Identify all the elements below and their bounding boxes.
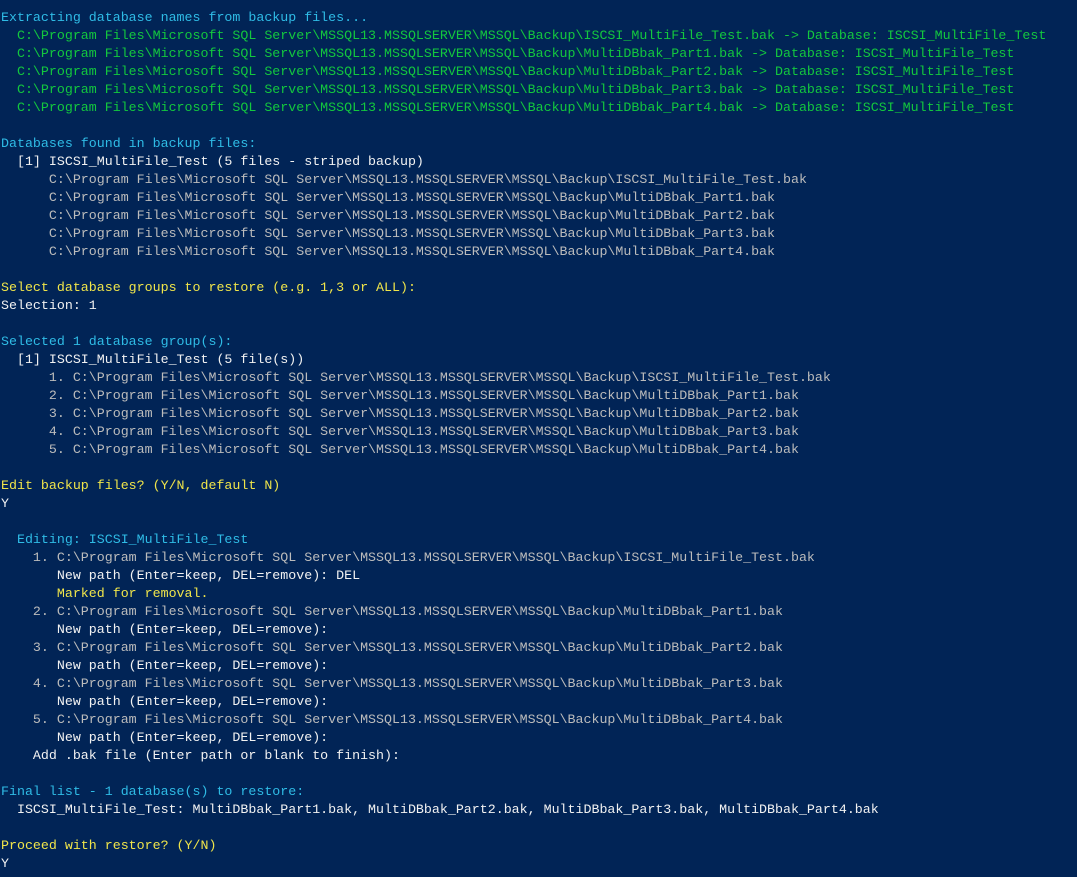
console-line: Add .bak file (Enter path or blank to fi… — [1, 748, 400, 763]
console-line: C:\Program Files\Microsoft SQL Server\MS… — [1, 64, 1015, 79]
console-line: 4. C:\Program Files\Microsoft SQL Server… — [1, 424, 799, 439]
console-line: Y — [1, 496, 9, 511]
console-line: Databases found in backup files: — [1, 136, 257, 151]
console-line: New path (Enter=keep, DEL=remove): — [1, 658, 329, 673]
console-line: 5. C:\Program Files\Microsoft SQL Server… — [1, 712, 783, 727]
console-line: 3. C:\Program Files\Microsoft SQL Server… — [1, 406, 799, 421]
console-line: 4. C:\Program Files\Microsoft SQL Server… — [1, 676, 783, 691]
console-line: C:\Program Files\Microsoft SQL Server\MS… — [1, 172, 807, 187]
console-line: 2. C:\Program Files\Microsoft SQL Server… — [1, 604, 783, 619]
console-line: Selection: 1 — [1, 298, 97, 313]
console-line: Extracting database names from backup fi… — [1, 10, 369, 25]
console-line: Select database groups to restore (e.g. … — [1, 280, 416, 295]
console-line: Y — [1, 856, 9, 871]
console-line: 1. C:\Program Files\Microsoft SQL Server… — [1, 370, 831, 385]
console-line: Proceed with restore? (Y/N) — [1, 838, 217, 853]
console-line: New path (Enter=keep, DEL=remove): — [1, 730, 329, 745]
console-line: ISCSI_MultiFile_Test: MultiDBbak_Part1.b… — [1, 802, 879, 817]
console-line: New path (Enter=keep, DEL=remove): DEL — [1, 568, 361, 583]
console-line: [1] ISCSI_MultiFile_Test (5 files - stri… — [1, 154, 424, 169]
console-line: 5. C:\Program Files\Microsoft SQL Server… — [1, 442, 799, 457]
console-line: C:\Program Files\Microsoft SQL Server\MS… — [1, 28, 1047, 43]
console-window[interactable]: Extracting database names from backup fi… — [0, 0, 1077, 877]
console-line: C:\Program Files\Microsoft SQL Server\MS… — [1, 226, 776, 241]
console-line: New path (Enter=keep, DEL=remove): — [1, 694, 329, 709]
console-line: [1] ISCSI_MultiFile_Test (5 file(s)) — [1, 352, 305, 367]
console-line: C:\Program Files\Microsoft SQL Server\MS… — [1, 190, 776, 205]
console-line: C:\Program Files\Microsoft SQL Server\MS… — [1, 82, 1015, 97]
console-line: C:\Program Files\Microsoft SQL Server\MS… — [1, 208, 776, 223]
console-line: C:\Program Files\Microsoft SQL Server\MS… — [1, 100, 1015, 115]
console-line: 2. C:\Program Files\Microsoft SQL Server… — [1, 388, 799, 403]
console-line: Marked for removal. — [1, 586, 209, 601]
console-line: Final list - 1 database(s) to restore: — [1, 784, 305, 799]
console-line: New path (Enter=keep, DEL=remove): — [1, 622, 329, 637]
console-line: C:\Program Files\Microsoft SQL Server\MS… — [1, 244, 776, 259]
console-line: Selected 1 database group(s): — [1, 334, 233, 349]
console-line: 3. C:\Program Files\Microsoft SQL Server… — [1, 640, 783, 655]
console-line: C:\Program Files\Microsoft SQL Server\MS… — [1, 46, 1015, 61]
console-line: Edit backup files? (Y/N, default N) — [1, 478, 281, 493]
console-line: 1. C:\Program Files\Microsoft SQL Server… — [1, 550, 815, 565]
console-line: Editing: ISCSI_MultiFile_Test — [1, 532, 249, 547]
